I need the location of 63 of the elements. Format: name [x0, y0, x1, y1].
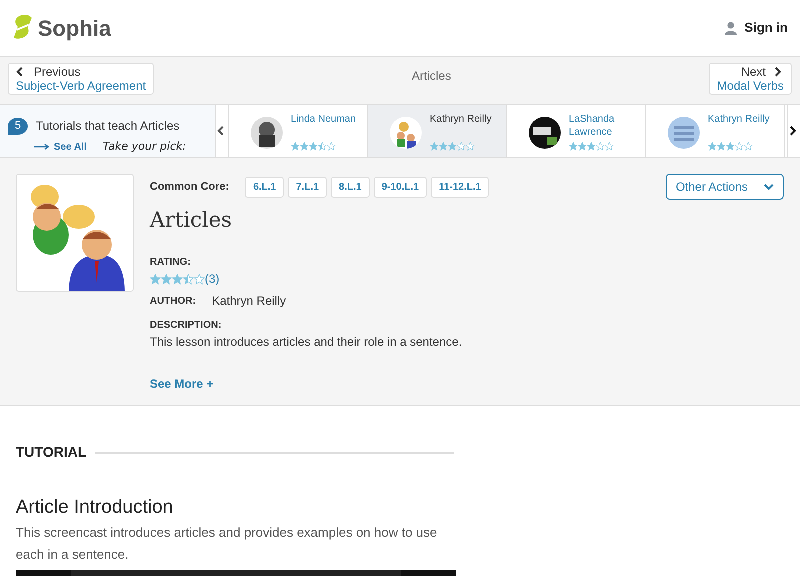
author-name: Linda Neuman — [291, 113, 356, 126]
star-icon — [161, 274, 172, 285]
star-icon — [150, 274, 161, 285]
logo-text: Sophia — [38, 14, 112, 43]
star-icon — [439, 142, 448, 151]
count-badge: 5 — [8, 118, 28, 134]
tutorials-heading: Tutorials that teach Articles — [36, 118, 180, 135]
star-icon — [309, 142, 318, 151]
star-icon — [448, 142, 457, 151]
star-icon — [605, 142, 614, 151]
chevron-right-icon — [774, 67, 784, 77]
next-button[interactable]: Next Modal Verbs — [709, 63, 792, 95]
star-icon — [596, 142, 605, 151]
author-name: Kathryn Reilly — [212, 293, 286, 310]
user-icon — [724, 22, 737, 34]
tutorial-description: This screencast introduces articles and provides examples on how to use each in a sentence. — [16, 524, 438, 564]
star-icon — [744, 142, 753, 151]
common-core-label: Common Core: — [150, 180, 230, 195]
star-icon — [300, 142, 309, 151]
star-icon — [717, 142, 726, 151]
standard-tag[interactable]: 6.L.1 — [245, 176, 284, 198]
author-label: AUTHOR: — [150, 294, 196, 309]
standard-tag[interactable]: 9-10.L.1 — [374, 176, 428, 198]
star-icon — [735, 142, 744, 151]
star-icon — [172, 274, 183, 285]
section-label: TUTORIAL — [16, 443, 87, 462]
star-icon — [327, 142, 336, 151]
tutorial-title: Article Introduction — [16, 497, 174, 520]
chevron-right-icon — [789, 126, 799, 136]
see-more-link[interactable]: See More + — [150, 375, 214, 394]
star-icon — [183, 274, 194, 285]
standard-tag[interactable]: 7.L.1 — [288, 176, 328, 198]
author-name: LaShanda Lawrence — [569, 113, 616, 139]
logo-icon — [12, 14, 34, 42]
rating-count-link[interactable]: (3) — [205, 270, 220, 288]
lesson-title: Articles — [150, 208, 234, 234]
previous-button[interactable]: Previous Subject-Verb Agreement — [8, 63, 154, 95]
star-icon — [194, 274, 205, 285]
tagline: Take your pick: — [102, 139, 186, 155]
tutorial-card[interactable]: Kathryn Reilly — [367, 105, 506, 157]
arrow-right-icon — [34, 144, 50, 150]
sign-in-link[interactable]: Sign in — [724, 18, 788, 38]
star-icon — [708, 142, 717, 151]
star-icon — [318, 142, 327, 151]
other-actions-button[interactable]: Other Actions — [666, 174, 784, 200]
see-all-link[interactable]: See All — [34, 140, 87, 155]
star-icon — [466, 142, 475, 151]
star-icon — [726, 142, 735, 151]
star-icon — [430, 142, 439, 151]
star-icon — [457, 142, 466, 151]
author-name: Kathryn Reilly — [430, 113, 492, 126]
star-icon — [569, 142, 578, 151]
rating-label: RATING: — [150, 256, 192, 270]
star-icon — [578, 142, 587, 151]
description-text: This lesson introduces articles and their role in a sentence. — [150, 334, 464, 352]
description-label: DESCRIPTION: — [150, 319, 223, 334]
standard-tag[interactable]: 8.L.1 — [331, 176, 370, 198]
standard-tag[interactable]: 11-12.L.1 — [431, 176, 490, 198]
star-icon — [291, 142, 300, 151]
page-title: Articles — [412, 68, 452, 85]
author-name: Kathryn Reilly — [708, 113, 770, 126]
chevron-down-icon — [764, 182, 774, 192]
star-icon — [587, 142, 596, 151]
